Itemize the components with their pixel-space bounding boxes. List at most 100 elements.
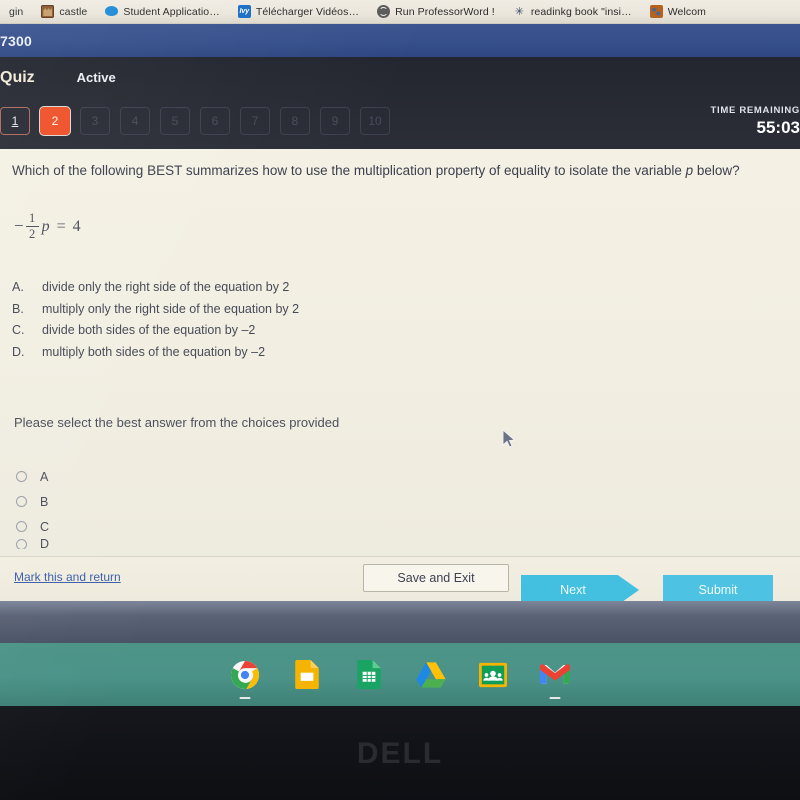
radio-circle-icon[interactable] — [16, 471, 27, 482]
fraction-denominator: 2 — [28, 227, 36, 242]
castle-icon — [41, 5, 55, 18]
quiz-footer: Mark this and return Save and Exit Next … — [0, 556, 800, 605]
choice-text: divide only the right side of the equati… — [42, 280, 290, 294]
choice-text: divide both sides of the equation by –2 — [42, 323, 256, 337]
question-number-label: 1 — [11, 114, 19, 128]
question-number-4[interactable]: 4 — [120, 107, 150, 135]
choice-text: multiply both sides of the equation by –… — [42, 344, 266, 359]
selection-prompt: Please select the best answer from the c… — [14, 415, 340, 430]
question-number-5[interactable]: 5 — [160, 107, 190, 135]
radio-label: B — [40, 494, 49, 509]
fraction-numerator: 1 — [28, 211, 36, 225]
window-title-bar: 7300 — [0, 24, 800, 57]
answer-choice-b: B. multiply only the right side of the e… — [12, 299, 299, 321]
running-indicator — [549, 696, 561, 699]
taskbar-app-list — [0, 643, 800, 706]
bookmark-item[interactable]: castle — [32, 0, 96, 23]
radio-option-d[interactable]: D — [16, 539, 49, 549]
laptop-bezel-top — [0, 601, 800, 643]
time-remaining-value: 55:03 — [756, 118, 800, 137]
question-number-label: 4 — [131, 114, 139, 128]
answer-choice-d: D. multiply both sides of the equation b… — [12, 342, 299, 364]
bookmark-item[interactable]: Student Applicatio… — [96, 0, 228, 23]
quiz-status-label: Active — [76, 70, 116, 85]
question-number-label: 6 — [211, 114, 219, 128]
answer-choice-c: C. divide both sides of the equation by … — [12, 320, 299, 342]
google-slides-icon[interactable] — [291, 659, 323, 691]
equation-fraction: 1 2 — [25, 211, 39, 242]
question-number-label: 5 — [171, 114, 179, 128]
radio-circle-icon[interactable] — [16, 521, 27, 532]
question-text-part1: Which of the following BEST summarizes h… — [12, 163, 686, 178]
bookmark-label: gin — [9, 5, 24, 18]
question-text: Which of the following BEST summarizes h… — [12, 160, 772, 181]
quiz-tabs: Quiz Active — [0, 69, 116, 87]
radio-option-c[interactable]: C — [16, 514, 49, 539]
question-number-label: 10 — [368, 114, 382, 128]
bookmark-item[interactable]: gin — [0, 0, 32, 23]
globe-icon — [377, 5, 391, 18]
question-number-6[interactable]: 6 — [200, 107, 230, 135]
choice-letter: C. — [12, 323, 25, 337]
question-number-7[interactable]: 7 — [240, 107, 270, 135]
radio-option-a[interactable]: A — [16, 464, 49, 489]
time-remaining-label: TIME REMAINING — [710, 105, 800, 116]
bookmark-item[interactable]: ✳ readinkg book "insi… — [504, 0, 641, 23]
equation-right-side: 4 — [72, 217, 81, 235]
choice-letter: D. — [12, 344, 25, 359]
radio-circle-icon[interactable] — [16, 496, 27, 507]
question-number-list: 1 2 3 4 5 6 7 8 9 10 — [0, 107, 390, 135]
equation-minus-sign: − — [14, 215, 24, 235]
question-number-9[interactable]: 9 — [320, 107, 350, 135]
radio-group: A B C D — [16, 464, 49, 549]
question-number-1[interactable]: 1 — [0, 107, 30, 135]
question-number-label: 3 — [91, 114, 99, 128]
answer-choice-a: A. divide only the right side of the equ… — [12, 277, 299, 299]
bookmark-item[interactable]: Run ProfessorWord ! — [368, 0, 504, 23]
choice-letter: A. — [12, 280, 24, 294]
paw-icon — [649, 5, 663, 18]
equation-equals: = — [56, 217, 66, 235]
radio-label: A — [40, 469, 49, 484]
tab-quiz[interactable]: Quiz — [0, 69, 35, 87]
dell-logo: DELL — [356, 737, 444, 770]
choice-text: multiply only the right side of the equa… — [42, 301, 300, 316]
google-classroom-icon[interactable] — [477, 659, 509, 691]
radio-option-b[interactable]: B — [16, 489, 49, 514]
ivy-icon: Ivy — [237, 5, 251, 18]
question-number-label: 9 — [331, 114, 339, 128]
choice-letter: B. — [12, 301, 24, 316]
bookmark-label: Télécharger Vidéos… — [255, 5, 360, 18]
question-number-10[interactable]: 10 — [360, 107, 390, 135]
quiz-header: Quiz Active 1 2 3 4 5 6 7 8 9 10 TIME RE… — [0, 57, 800, 149]
equation: − 1 2 p = 4 — [14, 211, 81, 242]
question-number-8[interactable]: 8 — [280, 107, 310, 135]
mouse-cursor — [502, 429, 516, 448]
radio-circle-icon[interactable] — [16, 539, 27, 549]
gmail-icon[interactable] — [539, 659, 571, 699]
radio-label: C — [40, 519, 50, 534]
question-variable: p — [685, 163, 694, 178]
window-title: 7300 — [0, 32, 32, 49]
equation-variable: p — [41, 217, 50, 235]
question-number-3[interactable]: 3 — [80, 107, 110, 135]
radio-label: D — [40, 539, 50, 549]
mark-this-and-return-link[interactable]: Mark this and return — [14, 570, 121, 584]
bookmark-label: Student Applicatio… — [123, 5, 220, 18]
question-text-part2: below? — [693, 163, 740, 178]
bookmark-item[interactable]: Welcom — [641, 0, 715, 23]
loading-spinner-icon: ✳ — [514, 6, 524, 18]
chrome-icon[interactable] — [229, 659, 261, 699]
time-remaining: TIME REMAINING 55:03 — [680, 105, 800, 138]
bookmark-label: castle — [59, 5, 88, 18]
save-and-exit-button[interactable]: Save and Exit — [363, 564, 509, 592]
question-number-label: 8 — [291, 114, 299, 128]
laptop-photo: gin castle Student Applicatio… Ivy Téléc… — [0, 0, 800, 800]
google-drive-icon[interactable] — [415, 659, 447, 691]
bookmark-item[interactable]: Ivy Télécharger Vidéos… — [229, 0, 368, 23]
bookmarks-bar: gin castle Student Applicatio… Ivy Téléc… — [0, 0, 800, 24]
question-number-label: 7 — [251, 114, 259, 128]
question-number-2[interactable]: 2 — [40, 107, 70, 135]
google-sheets-icon[interactable] — [353, 659, 385, 691]
bookmark-label: readinkg book "insi… — [530, 5, 632, 18]
